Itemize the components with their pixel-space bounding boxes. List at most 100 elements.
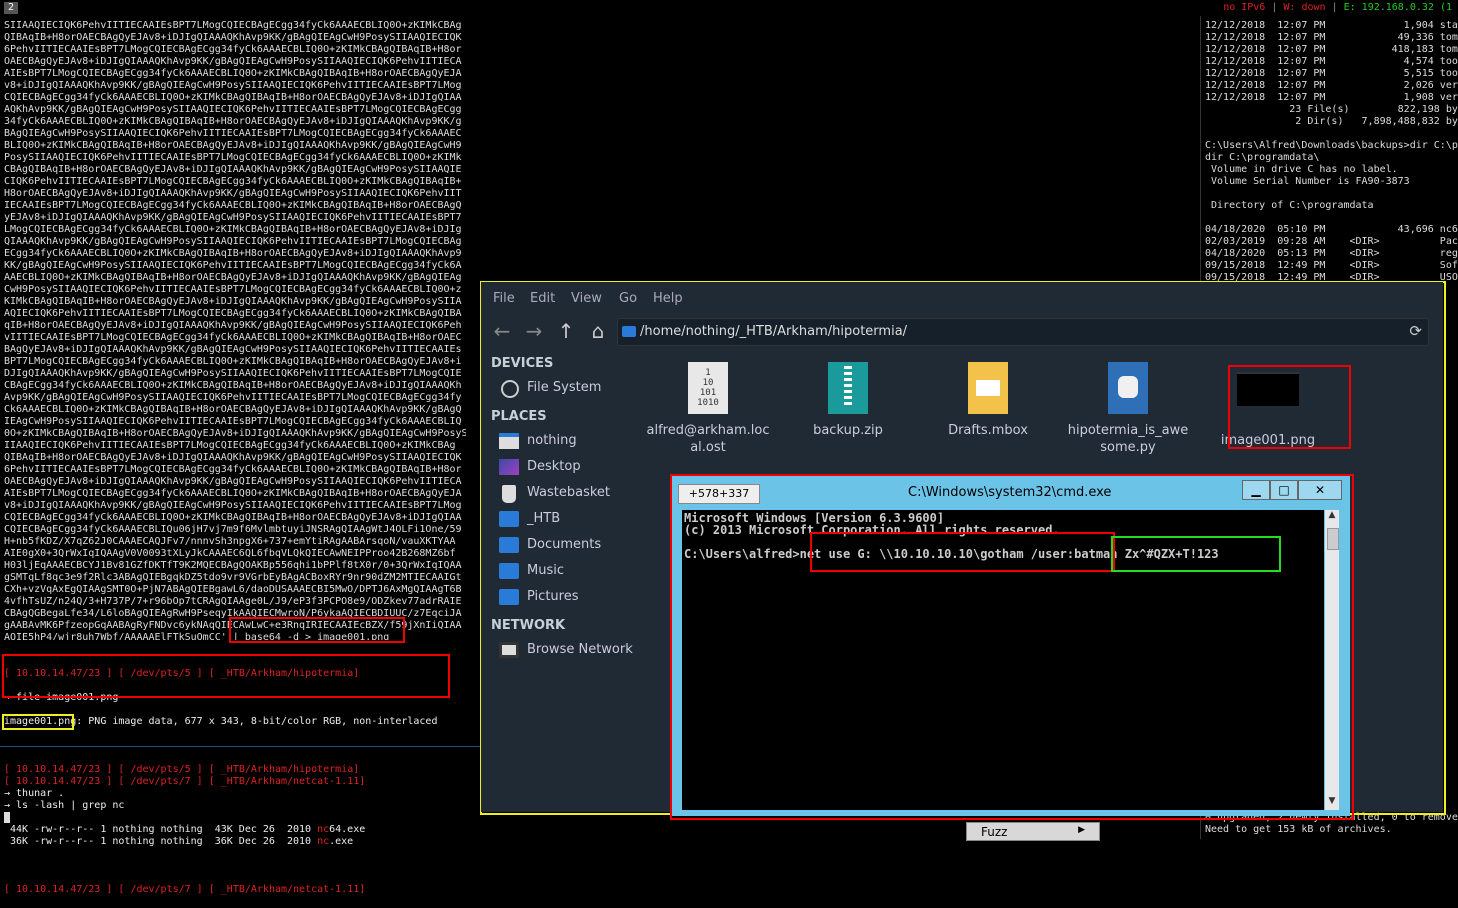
base64-line: 6PehvIITIECAAIEsBPT7LMogCQIECBAgECgg34fy… xyxy=(4,44,462,55)
system-status: no IPv6 | W: down | E: 192.168.0.32 (1 xyxy=(1223,2,1452,13)
base64-line: gSMTqLf8qc3e9f2Rlc3ABAgQIEBgqkDZ5tdo9vr9… xyxy=(4,572,462,583)
menu-go[interactable]: Go xyxy=(619,291,637,306)
prompt-line-3: [ 10.10.14.47/23 ] [ /dev/pts/7 ] [ _HTB… xyxy=(4,776,366,787)
top-status-bar: 2 no IPv6 | W: down | E: 192.168.0.32 (1 xyxy=(0,0,1458,16)
ethernet-status: E: 192.168.0.32 (1 xyxy=(1343,2,1452,13)
apt-line: Need to get 153 kB of archives. xyxy=(1205,824,1392,835)
menu-edit[interactable]: Edit xyxy=(530,291,555,306)
sidebar-network-header: NETWORK xyxy=(491,618,566,633)
base64-line: BPT7LMogCQIECBAgECgg34fyCk6AAAECBLIQ0O+z… xyxy=(4,356,462,367)
forward-arrow-icon[interactable]: → xyxy=(521,318,547,344)
base64-line: AAECBLIQ0O+zKIMkCBAgQIBAqIB+H8orOAECBAgQ… xyxy=(4,272,462,283)
sidebar-item-label: Pictures xyxy=(527,589,579,604)
base64-line: qIB+H8orOAECBAgQyEJAv8+iDJIgQIAAAQKhAvp9… xyxy=(4,320,462,331)
base64-line: ECgg34fyCk6AAAECBLIQ0O+zKIMkCBAgQIBAqIB+… xyxy=(4,248,462,259)
base64-line: DJIgQIAAAQKhAvp9KK/gBAgQIEAgCwH9PosySIIA… xyxy=(4,368,462,379)
location-path: /home/nothing/_HTB/Arkham/hipotermia/ xyxy=(640,324,908,339)
sidebar-item-label: Desktop xyxy=(527,459,581,474)
menu-bar: File Edit View Go Help xyxy=(481,282,1443,312)
base64-line: OAECBAgQyEJAv8+iDJIgQIAAAQKhAvp9KK/gBAgQ… xyxy=(4,56,462,67)
sidebar-item-label: nothing xyxy=(527,433,577,448)
binary-file-icon: 1 10 101 1010 xyxy=(686,362,730,416)
folder-icon xyxy=(499,589,519,605)
trash-icon xyxy=(499,485,519,503)
file-name: hipotermia_is_awe some.py xyxy=(1067,423,1189,455)
desktop-icon xyxy=(499,459,519,475)
home-folder-icon xyxy=(499,433,519,449)
base64-line: CQIECBAgECgg34fyCk6AAAECBLIQu06jH7vj7m9f… xyxy=(4,524,462,535)
terminal-netcat-pane[interactable]: [ 10.10.14.47/23 ] [ /dev/pts/7 ] [ _HTB… xyxy=(4,764,474,908)
base64-line: AIE0gX0+3QrWxIqIQAAgV0V0093tXLyJkCAAAEC6… xyxy=(4,548,456,559)
base64-line: AQKhAvp9KK/gBAgQIEAgCwH9PosySIIAAQIECIQK… xyxy=(4,104,462,115)
up-arrow-icon[interactable]: ↑ xyxy=(553,318,579,344)
workspace-indicator[interactable]: 2 xyxy=(4,2,18,14)
file-item-drafts-mbox[interactable]: Drafts.mbox xyxy=(923,362,1053,439)
ls-output: 44K -rw-r--r-- 1 nothing nothing 43K Dec… xyxy=(4,824,474,848)
shell-line: 12/12/2018 12:07 PM 1,908 ver xyxy=(1205,92,1458,103)
shell-line: 12/12/2018 12:07 PM 418,183 tom xyxy=(1205,44,1458,55)
base64-line: LMogCQIECBAgECgg34fyCk6AAAECBLIQ0O+zKIMk… xyxy=(4,224,462,235)
folder-icon xyxy=(499,511,519,527)
base64-line: IIAAQIECIQK6PehvIITIECAAIEsBPT7LMogCQIEC… xyxy=(4,440,456,451)
highlight-credentials xyxy=(1111,536,1281,572)
location-bar[interactable]: /home/nothing/_HTB/Arkham/hipotermia/ ⟳ xyxy=(617,318,1429,346)
base64-line: SIIAAQIECIQK6PehvIITIECAAIEsBPT7LMogCQIE… xyxy=(4,20,462,31)
base64-line: OAECBAgQyEJAv8+iDJIgQIAAAQKhAvp9KK/gBAgQ… xyxy=(4,476,462,487)
shell-line: 09/15/2018 12:49 PM <DIR> Sof xyxy=(1205,260,1458,271)
shell-line: 2 Dir(s) 7,898,488,832 by xyxy=(1205,116,1458,127)
file-name: backup.zip xyxy=(813,423,883,438)
base64-line: IEAgCwH9PosySIIAAQIECIQK6PehvIITIECAAIEs… xyxy=(4,416,462,427)
highlight-cmd-window xyxy=(670,474,1354,820)
ls-output-line: 36K -rw-r--r-- 1 nothing nothing 36K Dec… xyxy=(4,836,354,847)
shell-line: C:\Users\Alfred\Downloads\backups>dir C:… xyxy=(1205,140,1458,151)
highlight-base64-command xyxy=(229,617,405,643)
base64-line: KIMkCBAgQIBAqIB+H8orOAECBAgQyEJAv8+iDJIg… xyxy=(4,296,462,307)
terminal-base64-output[interactable]: SIIAAQIECIQK6PehvIITIECAAIEsBPT7LMogCQIE… xyxy=(4,20,466,640)
folder-icon xyxy=(622,326,636,337)
base64-line: Ck6AAAECBLIQ0O+zKIMkCBAgQIBAqIB+H8orOAEC… xyxy=(4,404,462,415)
base64-line: CBAgQIBAqIB+H8orOAECBAgQyEJAv8+iDJIgQIAA… xyxy=(4,164,462,175)
pane-divider xyxy=(0,746,480,747)
back-arrow-icon[interactable]: ← xyxy=(489,318,515,344)
menu-view[interactable]: View xyxy=(571,291,602,306)
base64-line: PosySIIAAQIECIQK6PehvIITIECAAIEsBPT7LMog… xyxy=(4,152,462,163)
base64-line: yEJAv8+iDJIgQIAAAQKhAvp9KK/gBAgQIEAgCwH9… xyxy=(4,212,462,223)
fuzz-button[interactable]: Fuzz ▶ xyxy=(966,822,1100,841)
shell-line: 04/18/2020 05:10 PM 43,696 nc6 xyxy=(1205,224,1458,235)
menu-help[interactable]: Help xyxy=(653,291,683,306)
shell-line: 02/03/2019 09:28 AM <DIR> Pac xyxy=(1205,236,1458,247)
sidebar-item-label: Wastebasket xyxy=(527,485,611,500)
home-icon[interactable]: ⌂ xyxy=(585,318,611,344)
refresh-icon[interactable]: ⟳ xyxy=(1409,322,1422,340)
base64-line: KK/gBAgQIEAgCwH9PosySIIAAQIECIQK6PehvIIT… xyxy=(4,260,462,271)
file-name: alfred@arkham.loc al.ost xyxy=(646,423,770,455)
sidebar-item-label: Browse Network xyxy=(527,642,633,657)
base64-line: 6PehvIITIECAAIEsBPT7LMogCQIECBAgECgg34fy… xyxy=(4,464,462,475)
sidebar: DEVICES File System PLACES nothing Deskt… xyxy=(481,350,653,812)
base64-line: H8orOAECBAgQyEJAv8+iDJIgQIAAAQKhAvp9KK/g… xyxy=(4,188,462,199)
sidebar-item-label: File System xyxy=(527,380,602,395)
base64-line: CQIECBAgECgg34fyCk6AAAECBLIQ0O+zKIMkCBAg… xyxy=(4,512,462,523)
shell-line: Volume Serial Number is FA90-3873 xyxy=(1205,176,1410,187)
highlight-file-output xyxy=(2,654,450,698)
file-output: image001.png: PNG image data, 677 x 343,… xyxy=(4,716,438,727)
file-item-alfred-ost[interactable]: 1 10 101 1010 alfred@arkham.loc al.ost xyxy=(643,362,773,456)
base64-line: H03ljEqAAAECBCYJ1Bv81GZfDKTfT9K2MQECBAgQ… xyxy=(4,560,462,571)
base64-line: QIBAqIB+H8orOAECBAgQyEJAv8+iDJIgQIAAAQKh… xyxy=(4,32,462,43)
mail-icon xyxy=(966,362,1010,416)
file-item-hipotermia-py[interactable]: hipotermia_is_awe some.py xyxy=(1063,362,1193,456)
base64-line: BAgQIEAgCwH9PosySIIAAQIECIQK6PehvIITIECA… xyxy=(4,128,462,139)
sidebar-item-label: Documents xyxy=(527,537,602,552)
shell-line: 23 File(s) 822,198 by xyxy=(1205,104,1458,115)
base64-line: BLIQ0O+zKIMkCBAgQIBAqIB+H8orOAECBAgQyEJA… xyxy=(4,140,462,151)
network-icon xyxy=(499,642,519,658)
menu-file[interactable]: File xyxy=(493,291,515,306)
folder-icon xyxy=(499,537,519,553)
zip-icon xyxy=(826,362,870,416)
file-item-backup-zip[interactable]: backup.zip xyxy=(783,362,913,439)
base64-line: 0O+zKIMkCBAgQIBAqIB+H8orOAECBAgQyEJAv8+i… xyxy=(4,428,466,439)
base64-line: BAgQyEJAv8+iDJIgQIAAAQKhAvp9KK/gBAgQIEAg… xyxy=(4,344,462,355)
base64-line: CBAgECgg34fyCk6AAAECBLIQ0O+zKIMkCBAgQIBA… xyxy=(4,380,462,391)
